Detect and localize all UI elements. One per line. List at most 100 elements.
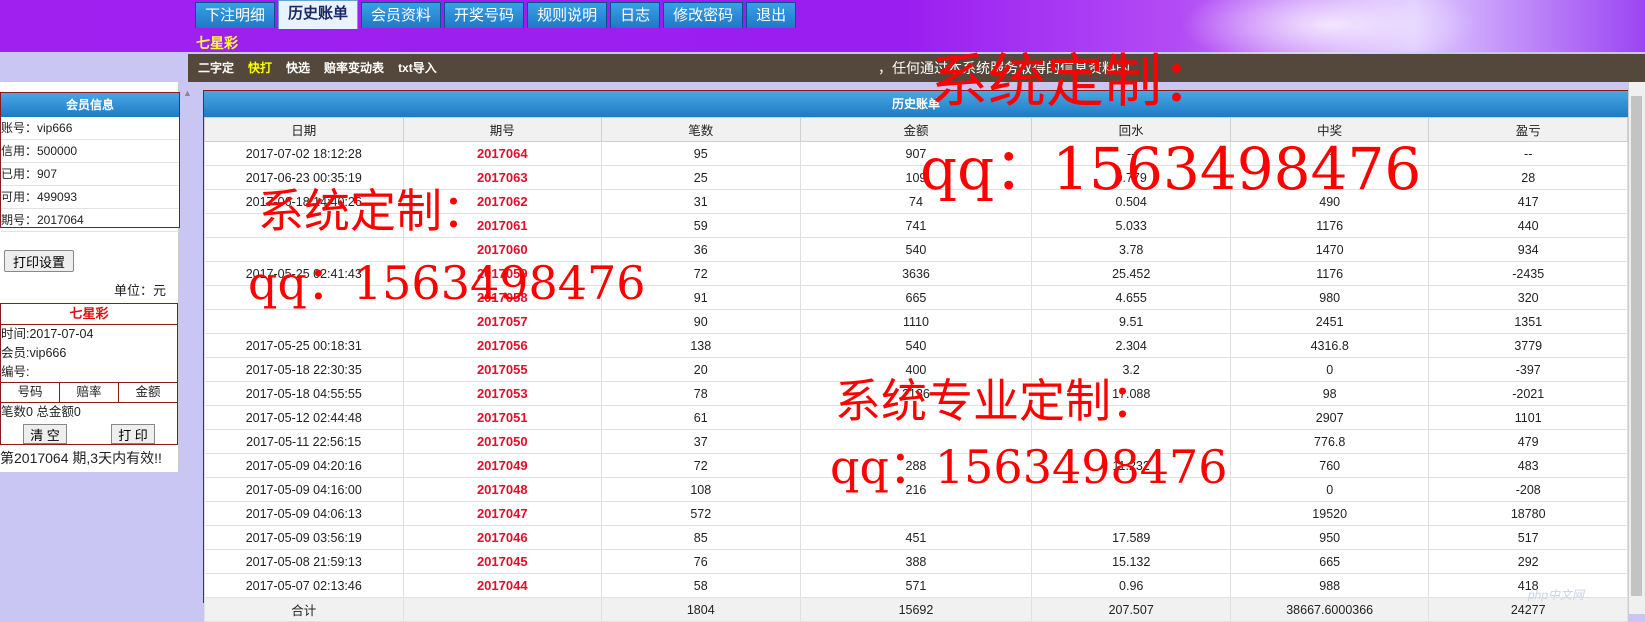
cell-date <box>204 213 404 238</box>
cell-count: 76 <box>601 549 801 574</box>
cell-period[interactable]: 2017050 <box>402 429 602 454</box>
notice-marquee: ，任何通过本系统服务取得的信息资料的 <box>878 60 1130 76</box>
cell-amount: 540 <box>799 333 1033 358</box>
scroll-up-arrow-icon[interactable]: ▲ <box>183 88 192 98</box>
clear-button[interactable]: 清 空 <box>23 424 67 444</box>
link-quick-select[interactable]: 快选 <box>286 54 310 82</box>
cell-date: 2017-06-18 14:40:26 <box>204 189 404 214</box>
cell-period[interactable]: 2017059 <box>402 261 602 286</box>
link-two-digit[interactable]: 二字定 <box>198 54 234 82</box>
total-row: 合计 1804 15692 207.507 38667.6000366 24277 <box>204 597 1628 622</box>
tab-draw-numbers[interactable]: 开奖号码 <box>444 2 525 28</box>
cell-date: 2017-05-25 00:18:31 <box>204 333 404 358</box>
cell-amount: 2136 <box>799 381 1033 406</box>
cell-amount: 665 <box>799 285 1033 310</box>
cell-period[interactable]: 2017060 <box>402 237 602 262</box>
cell-rebate: 17.088 <box>1031 381 1231 406</box>
tab-bet-details[interactable]: 下注明细 <box>195 2 276 28</box>
cell-winnings: 1470 <box>1229 237 1430 262</box>
cell-profit-loss: -2435 <box>1428 261 1628 286</box>
cell-winnings: -- <box>1229 141 1430 166</box>
validity-note: 第2017064 期,3天内有效!! <box>0 450 162 466</box>
cell-date: 2017-05-25 02:41:43 <box>204 261 404 286</box>
cell-profit-loss: -- <box>1428 141 1628 166</box>
tab-member-profile[interactable]: 会员资料 <box>361 2 442 28</box>
total-cell-period <box>402 597 602 622</box>
cell-period[interactable]: 2017062 <box>402 189 602 214</box>
cell-period[interactable]: 2017061 <box>402 213 602 238</box>
print-button[interactable]: 打 印 <box>111 424 155 444</box>
cell-period[interactable]: 2017063 <box>402 165 602 190</box>
cell-date <box>204 285 404 310</box>
cell-profit-loss: 479 <box>1428 429 1628 454</box>
cell-rebate: 2.304 <box>1031 333 1231 358</box>
cell-count: 72 <box>601 453 801 478</box>
cell-profit-loss: -2021 <box>1428 381 1628 406</box>
link-quick-play[interactable]: 快打 <box>248 54 272 82</box>
tab-log[interactable]: 日志 <box>610 2 661 28</box>
tab-logout[interactable]: 退出 <box>746 2 797 28</box>
ticket-time: 时间:2017-07-04 <box>1 327 94 341</box>
table-row: 2017-05-25 02:41:43 2017059 72 3636 25.452 11… <box>204 261 1628 286</box>
cell-amount: 907 <box>799 141 1033 166</box>
cell-period[interactable]: 2017053 <box>402 381 602 406</box>
cell-profit-loss: 292 <box>1428 549 1628 574</box>
cell-period[interactable]: 2017044 <box>402 573 602 598</box>
link-txt-import[interactable]: txt导入 <box>398 54 437 82</box>
cell-winnings: 2907 <box>1229 405 1430 430</box>
cell-period[interactable]: 2017048 <box>402 477 602 502</box>
cell-period[interactable]: 2017055 <box>402 357 602 382</box>
cell-period[interactable]: 2017049 <box>402 453 602 478</box>
top-banner: 下注明细 历史账单 会员资料 开奖号码 规则说明 日志 修改密码 退出 七星彩 <box>0 0 1645 70</box>
total-cell-amount: 15692 <box>799 597 1033 622</box>
cell-period[interactable]: 2017046 <box>402 525 602 550</box>
link-odds-changes[interactable]: 赔率变动表 <box>324 54 384 82</box>
table-row: 2017-05-08 21:59:13 2017045 76 388 15.132 665… <box>204 549 1628 574</box>
cell-rebate: 17.589 <box>1031 525 1231 550</box>
table-row: 2017-06-18 14:40:26 2017062 31 74 0.504 490 41… <box>204 189 1628 214</box>
table-row: 2017-05-11 22:56:15 2017050 37 776.8 479 <box>204 429 1628 454</box>
member-used: 已用：907 <box>1 163 179 186</box>
table-row: 2017058 91 665 4.655 980 320 <box>204 285 1628 310</box>
cell-winnings: 776.8 <box>1229 429 1430 454</box>
cell-period[interactable]: 2017057 <box>402 309 602 334</box>
right-scrollbar[interactable] <box>1628 82 1645 614</box>
cell-amount: 109 <box>799 165 1033 190</box>
table-row: 2017-05-18 22:30:35 2017055 20 400 3.2 0 -397 <box>204 357 1628 382</box>
tab-change-password[interactable]: 修改密码 <box>663 2 744 28</box>
cell-period[interactable]: 2017047 <box>402 501 602 526</box>
cell-date: 2017-05-11 22:56:15 <box>204 429 404 454</box>
history-table: 日期 期号 笔数 金额 回水 中奖 盈亏 2017-07-02 18:12:28… <box>204 117 1628 622</box>
table-row: 2017-06-23 00:35:19 2017063 25 109 0.779 28 <box>204 165 1628 190</box>
ticket-col-odds: 赔率 <box>60 383 119 402</box>
cell-profit-loss: 28 <box>1428 165 1628 190</box>
cell-period[interactable]: 2017056 <box>402 333 602 358</box>
main-nav: 下注明细 历史账单 会员资料 开奖号码 规则说明 日志 修改密码 退出 <box>195 0 797 29</box>
cell-amount <box>799 501 1033 526</box>
cell-rebate: -- <box>1031 141 1231 166</box>
table-row: 2017-05-18 04:55:55 2017053 78 2136 17.088 98… <box>204 381 1628 406</box>
cell-count: 91 <box>601 285 801 310</box>
cell-period[interactable]: 2017051 <box>402 405 602 430</box>
history-panel: 历史账单 日期 期号 笔数 金额 回水 中奖 盈亏 2017-07-02 18:… <box>203 90 1629 622</box>
cell-period[interactable]: 2017045 <box>402 549 602 574</box>
cell-period[interactable]: 2017064 <box>402 141 602 166</box>
cell-amount: 74 <box>799 189 1033 214</box>
table-row: 2017057 90 1110 9.51 2451 1351 <box>204 309 1628 334</box>
cell-count: 31 <box>601 189 801 214</box>
cell-amount: 1110 <box>799 309 1033 334</box>
cell-amount <box>799 429 1033 454</box>
cell-period[interactable]: 2017058 <box>402 285 602 310</box>
cell-count: 58 <box>601 573 801 598</box>
cell-count: 138 <box>601 333 801 358</box>
cell-count: 108 <box>601 477 801 502</box>
cell-amount: 3636 <box>799 261 1033 286</box>
print-settings-button[interactable]: 打印设置 <box>4 250 75 272</box>
cell-amount: 451 <box>799 525 1033 550</box>
cell-count: 20 <box>601 357 801 382</box>
scrollbar-thumb[interactable] <box>1631 96 1642 596</box>
tab-history-bills[interactable]: 历史账单 <box>278 0 359 29</box>
cell-rebate: 3.78 <box>1031 237 1231 262</box>
table-row: 2017-07-02 18:12:28 2017064 95 907 -- -- -- <box>204 141 1628 166</box>
tab-rules[interactable]: 规则说明 <box>527 2 608 28</box>
